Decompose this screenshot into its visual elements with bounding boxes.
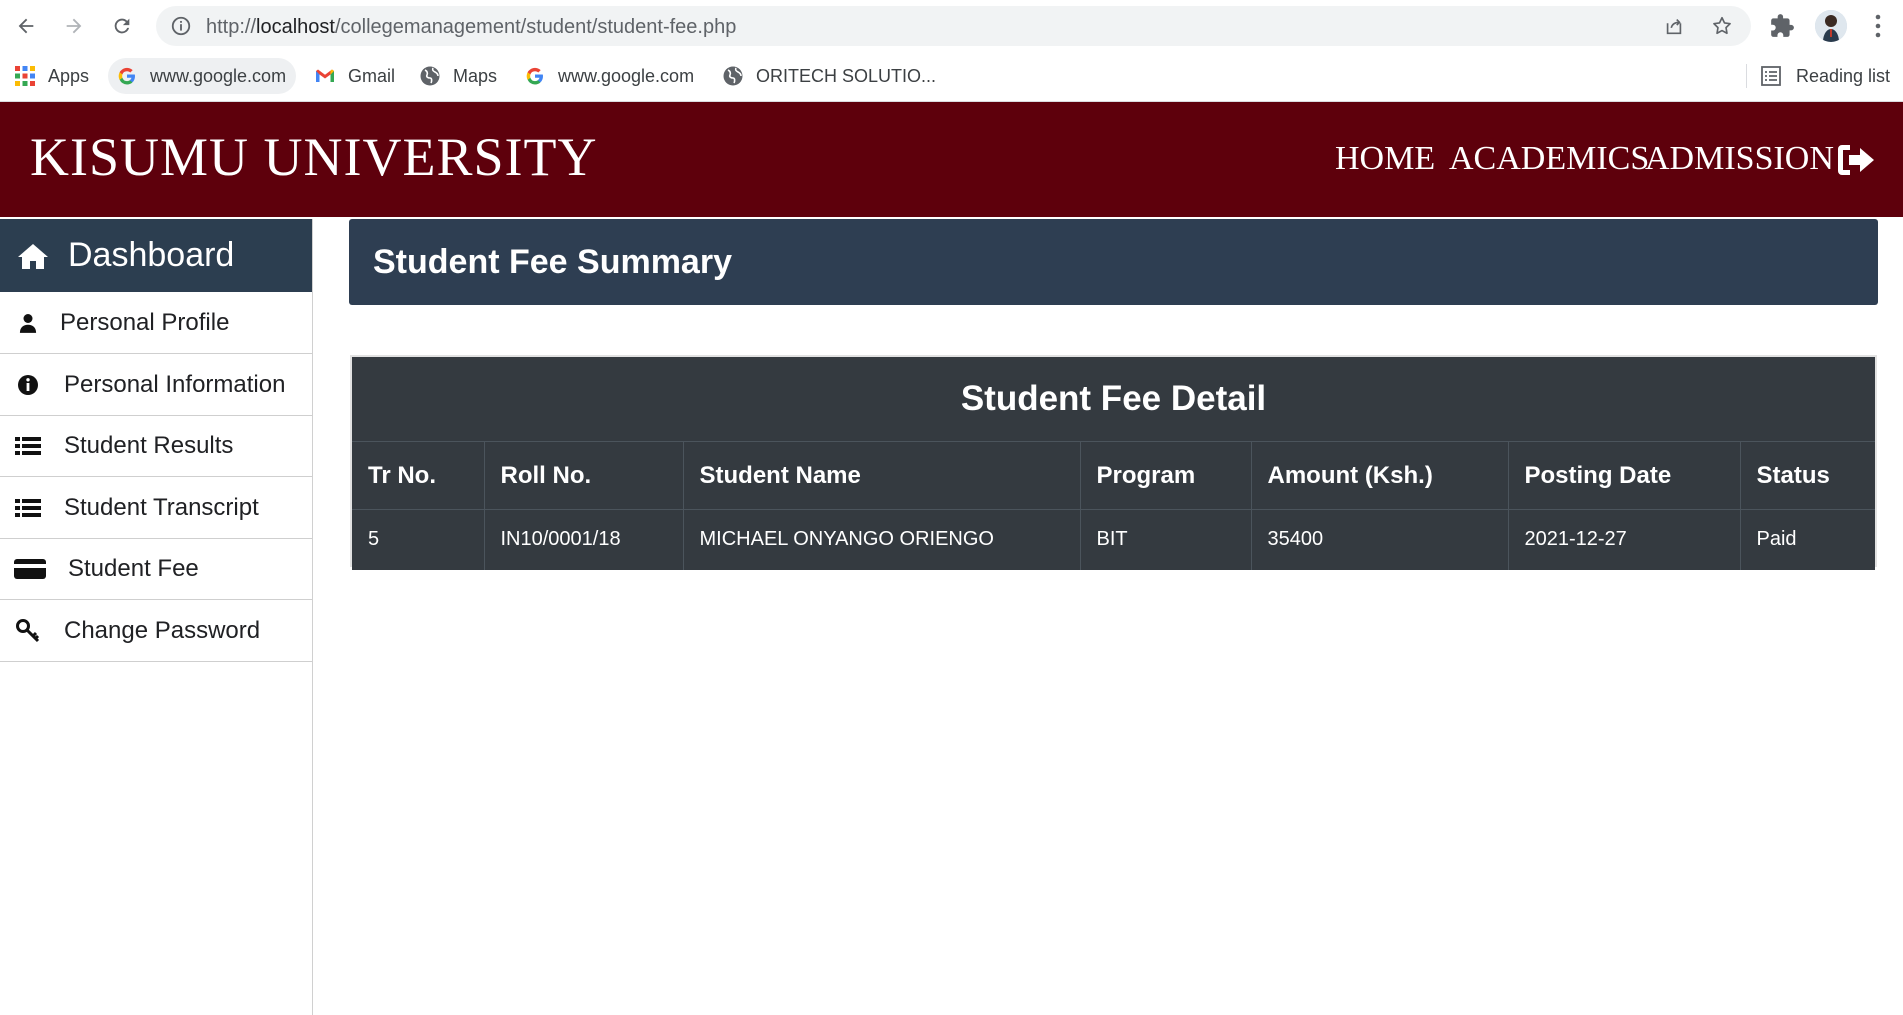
sidebar-dashboard[interactable]: Dashboard — [0, 219, 312, 292]
cell-status: Paid — [1740, 509, 1875, 570]
globe-icon — [419, 65, 441, 87]
url-scheme: http:// — [206, 16, 257, 38]
browser-toolbar: http://localhost/collegemanagement/stude… — [0, 0, 1903, 52]
sidebar-item-change-password[interactable]: Change Password — [0, 600, 312, 662]
bookmark-label: www.google.com — [558, 65, 695, 86]
sidebar-item-label: Personal Information — [64, 370, 286, 398]
bookmark-google-1[interactable]: www.google.com — [108, 58, 297, 94]
col-header-status: Status — [1740, 441, 1875, 510]
cell-program: BIT — [1080, 509, 1252, 570]
fee-table: Tr No. Roll No. Student Name Program Amo… — [352, 441, 1875, 570]
reading-list-icon — [1761, 66, 1781, 86]
back-button[interactable] — [10, 10, 42, 42]
sidebar-item-student-fee[interactable]: Student Fee — [0, 538, 312, 600]
table-row: 5 IN10/0001/18 MICHAEL ONYANGO ORIENGO B… — [352, 509, 1875, 570]
url-text[interactable]: http://localhost/collegemanagement/stude… — [206, 16, 736, 39]
bookmark-apps[interactable]: Apps — [14, 58, 89, 94]
url-host: localhost — [256, 16, 335, 38]
sidebar-item-label: Personal Profile — [60, 308, 230, 336]
bookmark-gmail[interactable]: Gmail — [314, 58, 395, 94]
home-icon — [18, 243, 48, 269]
forward-button[interactable] — [58, 10, 90, 42]
apps-grid-icon — [14, 65, 36, 87]
credit-card-icon — [14, 557, 46, 581]
page-title: Student Fee Summary — [373, 243, 732, 281]
table-header-row: Tr No. Roll No. Student Name Program Amo… — [352, 441, 1875, 510]
bookmark-maps[interactable]: Maps — [419, 58, 497, 94]
sidebar-item-student-results[interactable]: Student Results — [0, 415, 312, 477]
url-path: /collegemanagement/student/student-fee.p… — [334, 16, 737, 38]
sidebar-item-label: Student Results — [64, 431, 234, 459]
col-header-program: Program — [1080, 441, 1252, 510]
info-icon — [14, 373, 42, 397]
bookmarks-divider — [1746, 64, 1747, 88]
google-icon — [116, 65, 138, 87]
fee-table-card: Student Fee Detail Tr No. Roll No. Stude… — [350, 355, 1877, 570]
reading-list-label: Reading list — [1796, 65, 1891, 86]
logout-icon[interactable] — [1836, 142, 1876, 178]
sidebar-item-personal-information[interactable]: Personal Information — [0, 354, 312, 416]
nav-home[interactable]: HOME — [1335, 140, 1435, 178]
browser-chrome: http://localhost/collegemanagement/stude… — [0, 0, 1903, 102]
bookmark-label: www.google.com — [150, 65, 287, 86]
cell-tr-no: 5 — [352, 509, 485, 570]
reload-button[interactable] — [106, 10, 138, 42]
bookmark-google-2[interactable]: www.google.com — [524, 58, 694, 94]
col-header-amount: Amount (Ksh.) — [1251, 441, 1509, 510]
nav-academics[interactable]: ACADEMICS — [1449, 140, 1649, 178]
page-header-bar: Student Fee Summary — [349, 219, 1878, 305]
user-icon — [14, 311, 42, 335]
arrow-right-icon — [66, 18, 82, 34]
sidebar-item-student-transcript[interactable]: Student Transcript — [0, 477, 312, 539]
cell-posting-date: 2021-12-27 — [1508, 509, 1741, 570]
sidebar-item-label: Student Fee — [68, 554, 199, 582]
sidebar-item-label: Change Password — [64, 616, 261, 644]
google-icon — [524, 65, 546, 87]
col-header-posting-date: Posting Date — [1508, 441, 1741, 510]
person-photo-icon — [1815, 10, 1847, 42]
site-header: KISUMU UNIVERSITY HOME ACADEMICS ADMISSI… — [0, 102, 1903, 217]
sidebar-item-personal-profile[interactable]: Personal Profile — [0, 292, 312, 354]
bookmark-label: Maps — [453, 65, 498, 86]
extensions-puzzle-icon[interactable] — [1769, 13, 1795, 39]
key-icon — [14, 618, 42, 643]
bookmarks-bar: Apps www.google.com Gmail Maps www.googl… — [0, 52, 1903, 102]
list-icon — [14, 434, 42, 458]
cell-student-name: MICHAEL ONYANGO ORIENGO — [683, 509, 1081, 570]
share-icon[interactable] — [1663, 15, 1685, 37]
reload-icon — [114, 18, 130, 34]
gmail-icon — [314, 65, 336, 87]
sidebar-dashboard-label: Dashboard — [68, 236, 235, 274]
col-header-tr-no: Tr No. — [352, 441, 485, 510]
info-circle-icon[interactable] — [170, 15, 192, 37]
bookmark-label: ORITECH SOLUTIO... — [756, 65, 937, 86]
sidebar-item-label: Student Transcript — [64, 493, 259, 521]
more-vert-icon[interactable] — [1870, 12, 1886, 40]
bookmark-oritech[interactable]: ORITECH SOLUTIO... — [722, 58, 936, 94]
table-title: Student Fee Detail — [960, 379, 1267, 418]
profile-avatar[interactable] — [1815, 10, 1847, 42]
nav-admission[interactable]: ADMISSION — [1645, 140, 1834, 178]
globe-icon — [722, 65, 744, 87]
reading-list-button[interactable]: Reading list — [1760, 58, 1890, 94]
arrow-left-icon — [18, 18, 34, 34]
bookmark-label: Apps — [48, 65, 90, 86]
star-icon[interactable] — [1711, 15, 1733, 37]
cell-roll-no: IN10/0001/18 — [484, 509, 684, 570]
col-header-student-name: Student Name — [683, 441, 1081, 510]
cell-amount: 35400 — [1251, 509, 1509, 570]
sidebar: Dashboard Personal Profile Personal Info… — [0, 219, 313, 1015]
col-header-roll-no: Roll No. — [484, 441, 684, 510]
bookmark-label: Gmail — [348, 65, 396, 86]
site-brand[interactable]: KISUMU UNIVERSITY — [30, 126, 598, 188]
address-bar[interactable]: http://localhost/collegemanagement/stude… — [156, 6, 1751, 46]
list-icon — [14, 496, 42, 520]
